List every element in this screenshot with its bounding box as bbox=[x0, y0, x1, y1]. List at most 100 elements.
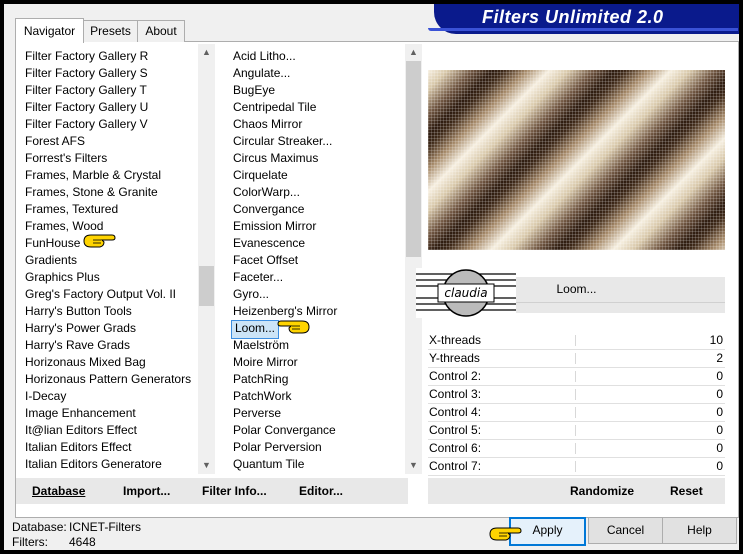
preview-image bbox=[428, 70, 725, 250]
tab-navigator[interactable]: Navigator bbox=[15, 18, 84, 43]
filter-item[interactable]: Circus Maximus bbox=[231, 150, 318, 167]
filter-item[interactable]: Perverse bbox=[231, 405, 281, 422]
category-item[interactable]: Gradients bbox=[23, 252, 77, 269]
category-item[interactable]: Italian Editors Effect bbox=[23, 439, 132, 456]
filter-name-label: Loom... bbox=[556, 282, 597, 296]
control-label: Y-threads bbox=[429, 351, 480, 365]
filter-item[interactable]: Facet Offset bbox=[231, 252, 298, 269]
filter-item[interactable]: Faceter... bbox=[231, 269, 283, 286]
category-item[interactable]: Filter Factory Gallery R bbox=[23, 48, 148, 65]
category-item[interactable]: Filter Factory Gallery V bbox=[23, 116, 148, 133]
filter-item[interactable]: ColorWarp... bbox=[231, 184, 300, 201]
randomize-button[interactable]: Randomize bbox=[570, 478, 634, 504]
filter-item[interactable]: PatchRing bbox=[231, 371, 288, 388]
category-list[interactable]: Filter Factory Gallery R Filter Factory G… bbox=[23, 44, 199, 474]
filters-count: 4648 bbox=[69, 535, 96, 549]
category-item[interactable]: I-Decay bbox=[23, 388, 66, 405]
category-item[interactable]: Graphics Plus bbox=[23, 269, 100, 286]
control-label: Control 7: bbox=[429, 459, 482, 473]
control-value: 0 bbox=[716, 369, 723, 383]
category-item[interactable]: Forrest's Filters bbox=[23, 150, 107, 167]
status-database: Database: ICNET-Filters bbox=[12, 520, 141, 534]
pointing-hand-icon bbox=[83, 234, 116, 248]
category-item[interactable]: Image Enhancement bbox=[23, 405, 136, 422]
cancel-button[interactable]: Cancel bbox=[588, 517, 663, 544]
category-item[interactable]: Italian Editors Generatore bbox=[23, 456, 162, 473]
control-label: Control 6: bbox=[429, 441, 482, 455]
control-row[interactable]: X-threads 10 bbox=[428, 332, 725, 350]
control-label: Control 2: bbox=[429, 369, 482, 383]
filter-item[interactable]: Convergance bbox=[231, 201, 304, 218]
filter-item[interactable]: Chaos Mirror bbox=[231, 116, 302, 133]
editor-button[interactable]: Editor... bbox=[299, 478, 343, 504]
control-value: 0 bbox=[716, 459, 723, 473]
category-item[interactable]: Harry's Button Tools bbox=[23, 303, 132, 320]
slider-tick bbox=[575, 353, 576, 364]
category-item[interactable]: Filter Factory Gallery T bbox=[23, 82, 147, 99]
control-row[interactable]: Control 3: 0 bbox=[428, 386, 725, 404]
control-row[interactable]: Y-threads 2 bbox=[428, 350, 725, 368]
scroll-up-icon[interactable]: ▲ bbox=[198, 44, 215, 61]
tab-about[interactable]: About bbox=[137, 20, 185, 42]
scroll-down-icon[interactable]: ▼ bbox=[198, 457, 215, 474]
category-scrollbar[interactable]: ▲ ▼ bbox=[198, 44, 215, 474]
filter-item[interactable]: Gyro... bbox=[231, 286, 269, 303]
category-item[interactable]: Harry's Rave Grads bbox=[23, 337, 130, 354]
import-button[interactable]: Import... bbox=[123, 478, 170, 504]
control-label: Control 4: bbox=[429, 405, 482, 419]
tab-presets[interactable]: Presets bbox=[83, 20, 138, 42]
slider-tick bbox=[575, 407, 576, 418]
pointing-hand-icon bbox=[277, 320, 310, 334]
control-row[interactable]: Control 7: 0 bbox=[428, 458, 725, 476]
filter-item[interactable]: Moire Mirror bbox=[231, 354, 298, 371]
control-value: 2 bbox=[716, 351, 723, 365]
control-value: 0 bbox=[716, 423, 723, 437]
control-row[interactable]: Control 2: 0 bbox=[428, 368, 725, 386]
reset-button[interactable]: Reset bbox=[670, 478, 703, 504]
filter-item[interactable]: Maelström bbox=[231, 337, 289, 354]
svg-text:claudia: claudia bbox=[444, 286, 487, 300]
filter-item[interactable]: Polar Perversion bbox=[231, 439, 322, 456]
control-label: Control 3: bbox=[429, 387, 482, 401]
category-item[interactable]: Frames, Marble & Crystal bbox=[23, 167, 161, 184]
filter-item[interactable]: Polar Convergance bbox=[231, 422, 336, 439]
control-label: Control 5: bbox=[429, 423, 482, 437]
category-item[interactable]: Filter Factory Gallery U bbox=[23, 99, 148, 116]
category-item[interactable]: It@lian Editors Effect bbox=[23, 422, 137, 439]
category-item[interactable]: Frames, Stone & Granite bbox=[23, 184, 158, 201]
scroll-up-icon[interactable]: ▲ bbox=[405, 44, 422, 61]
control-row[interactable]: Control 4: 0 bbox=[428, 404, 725, 422]
database-button[interactable]: Database bbox=[32, 478, 85, 504]
slider-tick bbox=[575, 335, 576, 346]
category-item[interactable]: Harry's Power Grads bbox=[23, 320, 136, 337]
filter-item[interactable]: Centripedal Tile bbox=[231, 99, 316, 116]
scroll-thumb[interactable] bbox=[199, 266, 214, 306]
filter-item[interactable]: Circular Streaker... bbox=[231, 133, 332, 150]
control-row[interactable]: Control 6: 0 bbox=[428, 440, 725, 458]
scroll-thumb[interactable] bbox=[406, 61, 421, 257]
scroll-down-icon[interactable]: ▼ bbox=[405, 457, 422, 474]
filter-item[interactable]: Angulate... bbox=[231, 65, 290, 82]
category-item[interactable]: Forest AFS bbox=[23, 133, 85, 150]
filter-item[interactable]: PatchWork bbox=[231, 388, 291, 405]
filter-item[interactable]: Cirquelate bbox=[231, 167, 288, 184]
slider-tick bbox=[575, 425, 576, 436]
filter-item[interactable]: BugEye bbox=[231, 82, 275, 99]
filter-info-button[interactable]: Filter Info... bbox=[202, 478, 267, 504]
control-row[interactable]: Control 5: 0 bbox=[428, 422, 725, 440]
filter-item[interactable]: Acid Litho... bbox=[231, 48, 296, 65]
category-item[interactable]: Filter Factory Gallery S bbox=[23, 65, 148, 82]
status-filters: Filters: 4648 bbox=[12, 535, 96, 549]
category-item[interactable]: Frames, Textured bbox=[23, 201, 118, 218]
filter-item[interactable]: Emission Mirror bbox=[231, 218, 316, 235]
category-item[interactable]: Horizonaus Mixed Bag bbox=[23, 354, 146, 371]
filter-list[interactable]: Acid Litho... Angulate... BugEye Centripeda… bbox=[231, 44, 405, 474]
help-button[interactable]: Help bbox=[662, 517, 737, 544]
filter-scrollbar[interactable]: ▲ ▼ bbox=[405, 44, 422, 474]
window-title: Filters Unlimited 2.0 bbox=[482, 7, 664, 27]
category-item[interactable]: FunHouse bbox=[23, 235, 80, 252]
filter-item[interactable]: Quantum Tile bbox=[231, 456, 304, 473]
filter-item[interactable]: Evanescence bbox=[231, 235, 305, 252]
category-item[interactable]: Horizonaus Pattern Generators bbox=[23, 371, 191, 388]
category-item[interactable]: Greg's Factory Output Vol. II bbox=[23, 286, 176, 303]
